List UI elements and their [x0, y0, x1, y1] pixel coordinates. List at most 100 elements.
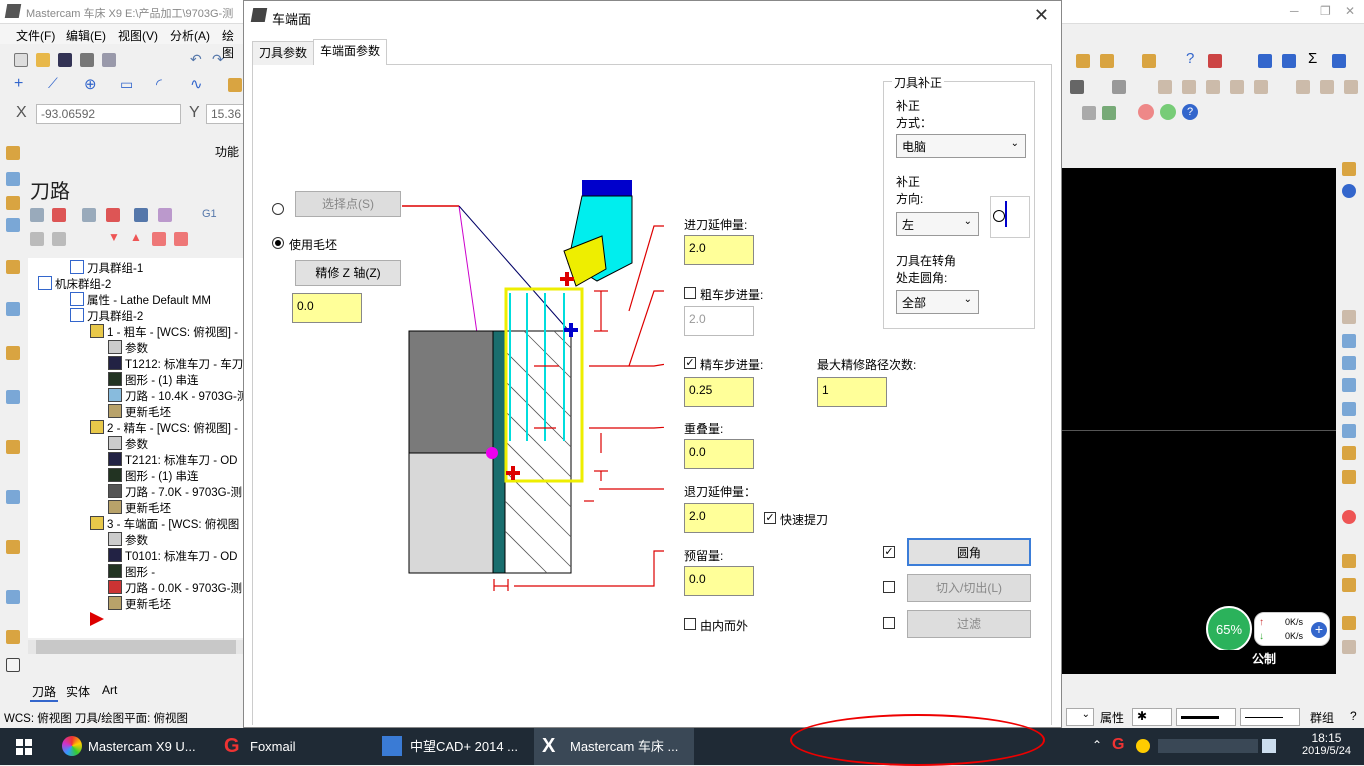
tree-item[interactable]: T1212: 标准车刀 - 车刀: [108, 356, 243, 372]
vt-icon-5[interactable]: [6, 260, 20, 274]
comp-type-select[interactable]: 电脑 ⌄: [896, 134, 1026, 158]
spline-icon[interactable]: ∿: [190, 75, 203, 93]
g1-icon[interactable]: G1: [202, 208, 217, 220]
dialog-close-icon[interactable]: ✕: [1034, 5, 1049, 26]
vt-icon-7[interactable]: [6, 346, 20, 360]
rv-stop-icon[interactable]: [1342, 510, 1356, 524]
network-monitor-widget[interactable]: ↑ 0K/s ↓ 0K/s + 65% 公制: [1206, 606, 1332, 670]
rt-icon-6[interactable]: [1258, 54, 1272, 68]
rapid-retract-checkbox[interactable]: ✓: [764, 512, 776, 524]
tree-item[interactable]: 刀路 - 0.0K - 9703G-测: [108, 580, 242, 596]
rt-icon-1[interactable]: [1076, 54, 1090, 68]
fillet-icon[interactable]: ◜: [156, 75, 162, 93]
rt-icon-14[interactable]: [1206, 80, 1220, 94]
rt-icon-13[interactable]: [1182, 80, 1196, 94]
rt-icon-9[interactable]: [1332, 54, 1346, 68]
vt-icon-12[interactable]: [6, 590, 20, 604]
regen-dirty-icon[interactable]: [106, 208, 120, 222]
tree-item[interactable]: 更新毛坯: [108, 596, 171, 612]
tree-item[interactable]: T0101: 标准车刀 - OD: [108, 548, 237, 564]
vt-icon-3[interactable]: [6, 196, 20, 210]
move-down-icon[interactable]: ▼: [108, 230, 120, 244]
tree-item[interactable]: 参数: [108, 340, 148, 356]
vt-icon-10[interactable]: [6, 490, 20, 504]
comp-dir-select[interactable]: 左 ⌄: [896, 212, 979, 236]
line-width-select[interactable]: [1176, 708, 1236, 726]
close-main-icon[interactable]: ✕: [1345, 4, 1355, 18]
menu-view[interactable]: 视图(V): [118, 27, 158, 44]
tree-item[interactable]: 参数: [108, 436, 148, 452]
rv-icon-7[interactable]: [1342, 402, 1356, 416]
rt-icon-5[interactable]: [1208, 54, 1222, 68]
redo-icon[interactable]: ↷: [212, 51, 224, 68]
regen-icon[interactable]: [82, 208, 96, 222]
verify-icon[interactable]: [158, 208, 172, 222]
tree-item[interactable]: 更新毛坯: [108, 404, 171, 420]
stop-icon[interactable]: [1138, 104, 1154, 120]
system-clock[interactable]: 18:15 2019/5/24: [1302, 731, 1351, 757]
tree-item[interactable]: 图形 - (1) 串连: [108, 468, 198, 484]
rt-icon-3[interactable]: [1142, 54, 1156, 68]
tab-toolpaths[interactable]: 刀路: [30, 683, 59, 702]
rt-icon-12[interactable]: [1158, 80, 1172, 94]
lead-in-out-button[interactable]: 切入/切出(L): [907, 574, 1031, 602]
point-icon[interactable]: +: [14, 75, 23, 93]
scroll-icon[interactable]: [174, 232, 188, 246]
rectangle-icon[interactable]: ▭: [120, 76, 133, 93]
filter-button[interactable]: 过滤: [907, 610, 1031, 638]
menu-analyze[interactable]: 分析(A): [170, 27, 210, 44]
tab-face-parameters[interactable]: 车端面参数: [313, 39, 388, 65]
tree-item[interactable]: 机床群组-2: [38, 276, 111, 292]
rv-icon-6[interactable]: [1342, 378, 1356, 392]
tray-ime-icon[interactable]: [1262, 739, 1276, 753]
entry-amount-field[interactable]: 2.0: [684, 235, 754, 265]
finish-step-checkbox[interactable]: ✓: [684, 357, 696, 369]
vt-icon-14[interactable]: [6, 658, 20, 672]
rough-step-checkbox[interactable]: [684, 287, 696, 299]
rv-icon-13[interactable]: [1342, 578, 1356, 592]
finish-step-field[interactable]: 0.25: [684, 377, 754, 407]
insert-arrow-icon[interactable]: [152, 232, 166, 246]
tab-tool-parameters[interactable]: 刀具参数: [252, 41, 315, 65]
check-icon[interactable]: [1160, 104, 1176, 120]
vt-icon-6[interactable]: [6, 302, 20, 316]
rv-icon-8[interactable]: [1342, 424, 1356, 438]
properties-label[interactable]: 属性: [1100, 709, 1124, 726]
rt-icon-2[interactable]: [1100, 54, 1114, 68]
add-icon[interactable]: +: [1311, 622, 1327, 638]
task-mastercam-x9[interactable]: Mastercam X9 U...: [56, 728, 218, 765]
minimize-icon[interactable]: ─: [1290, 4, 1299, 18]
rt-icon-20[interactable]: [1082, 106, 1096, 120]
menu-edit[interactable]: 编辑(E): [66, 27, 106, 44]
help-icon[interactable]: ?: [1182, 104, 1198, 120]
rt-icon-17[interactable]: [1296, 80, 1310, 94]
tray-foxmail-icon[interactable]: G: [1112, 736, 1124, 754]
point-style-select[interactable]: ✱: [1132, 708, 1172, 726]
vt-icon-9[interactable]: [6, 440, 20, 454]
rt-icon-16[interactable]: [1254, 80, 1268, 94]
groups-label[interactable]: 群组: [1310, 709, 1334, 726]
overlap-field[interactable]: 0.0: [684, 439, 754, 469]
windows-start-icon[interactable]: [16, 739, 32, 755]
print-icon[interactable]: [80, 53, 94, 67]
rough-step-field[interactable]: 2.0: [684, 306, 754, 336]
vt-icon-13[interactable]: [6, 630, 20, 644]
insert-arrow-marker[interactable]: [90, 612, 104, 626]
graphics-viewport[interactable]: [1062, 168, 1336, 674]
solid-icon[interactable]: [228, 78, 242, 92]
vt-icon-8[interactable]: [6, 390, 20, 404]
max-finish-passes-field[interactable]: 1: [817, 377, 887, 407]
status-dropdown[interactable]: ⌄: [1066, 708, 1094, 726]
rv-icon-9[interactable]: [1342, 446, 1356, 460]
tree-item[interactable]: 参数: [108, 532, 148, 548]
vt-icon-11[interactable]: [6, 540, 20, 554]
tree-item[interactable]: T2121: 标准车刀 - OD: [108, 452, 237, 468]
rt-icon-21[interactable]: [1102, 106, 1116, 120]
menu-file[interactable]: 文件(F): [16, 27, 55, 44]
new-file-icon[interactable]: [14, 53, 28, 67]
help-tools-icon[interactable]: ?: [1186, 50, 1194, 67]
rt-icon-19[interactable]: [1344, 80, 1358, 94]
status-help-icon[interactable]: ?: [1350, 709, 1357, 723]
y-coordinate-field[interactable]: 15.36: [206, 104, 246, 124]
rv-icon-1[interactable]: [1342, 162, 1356, 176]
